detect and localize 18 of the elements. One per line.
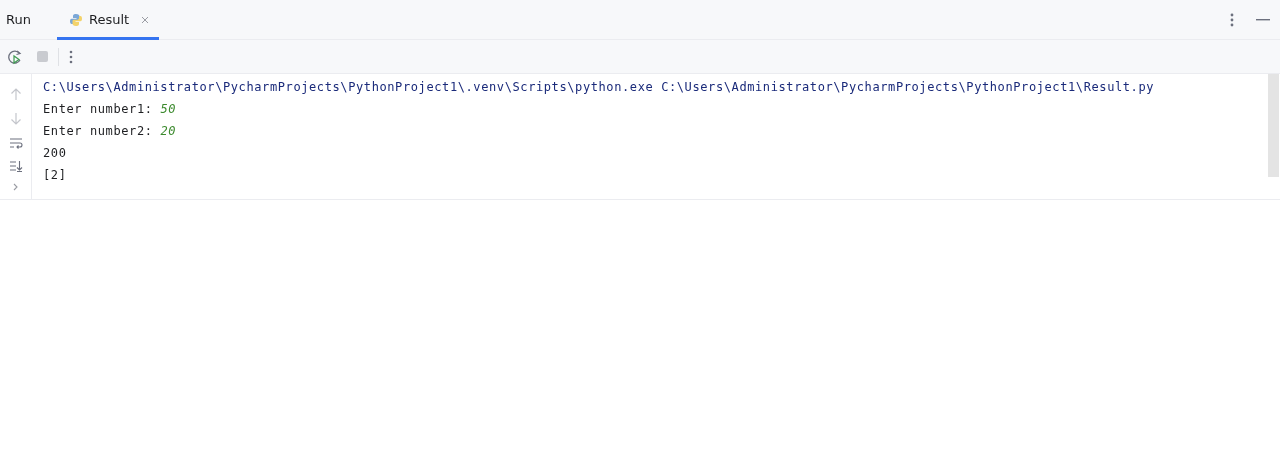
command-line: C:\Users\Administrator\PycharmProjects\PythonProject1\.venv\Scripts\python.exe C:\Users\Administrator\PycharmProjects\PythonProject1\Result.py — [43, 79, 1156, 96]
prompt-text: Enter number2: — [43, 124, 154, 138]
output-line: 200 — [43, 145, 68, 162]
minimize-icon[interactable] — [1256, 18, 1270, 21]
scrollbar[interactable] — [1268, 74, 1279, 177]
python-icon — [68, 12, 83, 27]
wrap-icon[interactable] — [8, 137, 23, 149]
output-line: [2] — [43, 167, 68, 184]
chevron-icon[interactable] — [12, 183, 19, 191]
scroll-to-end-icon[interactable] — [8, 160, 23, 172]
input-value-text: 50 — [160, 102, 177, 116]
rerun-icon[interactable] — [7, 48, 23, 65]
panel-title: Run — [6, 12, 31, 27]
more-icon[interactable] — [69, 49, 73, 64]
prompt-text: Enter number1: — [43, 102, 154, 116]
more-icon[interactable] — [1230, 12, 1234, 27]
close-icon[interactable] — [141, 15, 150, 24]
input-value-text: 20 — [160, 124, 177, 138]
